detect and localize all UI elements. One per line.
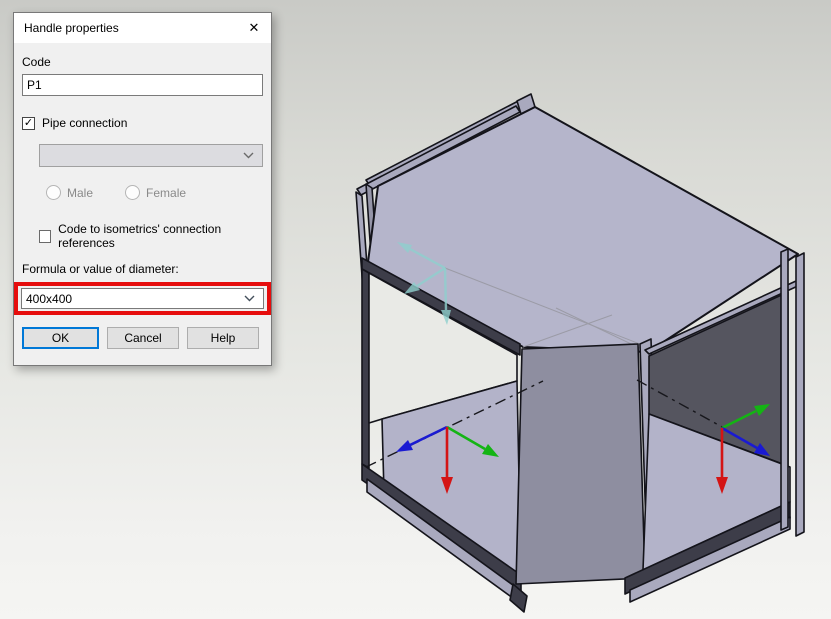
duct-model[interactable]	[356, 94, 804, 612]
diameter-combo[interactable]: 400x400	[21, 288, 264, 309]
check-glyph: ✓	[24, 118, 33, 129]
ok-button[interactable]: OK	[22, 327, 99, 349]
center-corner-post	[516, 344, 645, 584]
cancel-button[interactable]: Cancel	[107, 327, 179, 349]
corner-post-bottom-tip	[510, 584, 527, 612]
help-button[interactable]: Help	[187, 327, 259, 349]
iso-references-checkbox[interactable]: Code to isometrics' connection reference…	[39, 222, 263, 250]
code-input[interactable]	[22, 74, 263, 96]
chevron-down-icon	[244, 295, 255, 302]
pipe-connection-label: Pipe connection	[42, 116, 127, 130]
right-flange-strip-back	[796, 253, 804, 536]
iso-references-label: Code to isometrics' connection reference…	[58, 222, 263, 250]
diameter-combo-value: 400x400	[26, 292, 72, 306]
red-highlight-annotation: 400x400	[14, 282, 271, 315]
female-radio[interactable]: Female	[125, 185, 186, 200]
left-opening-left-jamb	[362, 269, 369, 468]
dialog-buttons: OK Cancel Help	[22, 327, 263, 349]
ghost-axis	[445, 268, 446, 310]
close-icon: ✕	[249, 20, 260, 36]
pipe-connection-checkbox[interactable]: ✓ Pipe connection	[22, 116, 263, 130]
app-screen: { "dialog": { "title": "Handle propertie…	[0, 0, 831, 619]
chevron-down-icon	[243, 152, 254, 159]
connection-combo[interactable]	[39, 144, 263, 167]
right-flange-strip-front	[781, 249, 788, 530]
male-radio[interactable]: Male	[46, 185, 93, 200]
checkbox-unchecked-icon	[39, 230, 51, 243]
radio-circle-icon	[46, 185, 61, 200]
diameter-label: Formula or value of diameter:	[22, 262, 263, 276]
code-label: Code	[22, 55, 263, 69]
dialog-body: Code ✓ Pipe connection Male Female Code	[14, 55, 271, 365]
handle-properties-dialog: Handle properties ✕ Code ✓ Pipe connecti…	[13, 12, 272, 366]
male-label: Male	[67, 186, 93, 200]
dialog-title: Handle properties	[14, 21, 237, 35]
checkbox-checked-icon: ✓	[22, 117, 35, 130]
radio-circle-icon	[125, 185, 140, 200]
female-label: Female	[146, 186, 186, 200]
gender-radio-group: Male Female	[46, 185, 263, 200]
close-button[interactable]: ✕	[237, 13, 271, 43]
dialog-titlebar[interactable]: Handle properties ✕	[14, 13, 271, 43]
